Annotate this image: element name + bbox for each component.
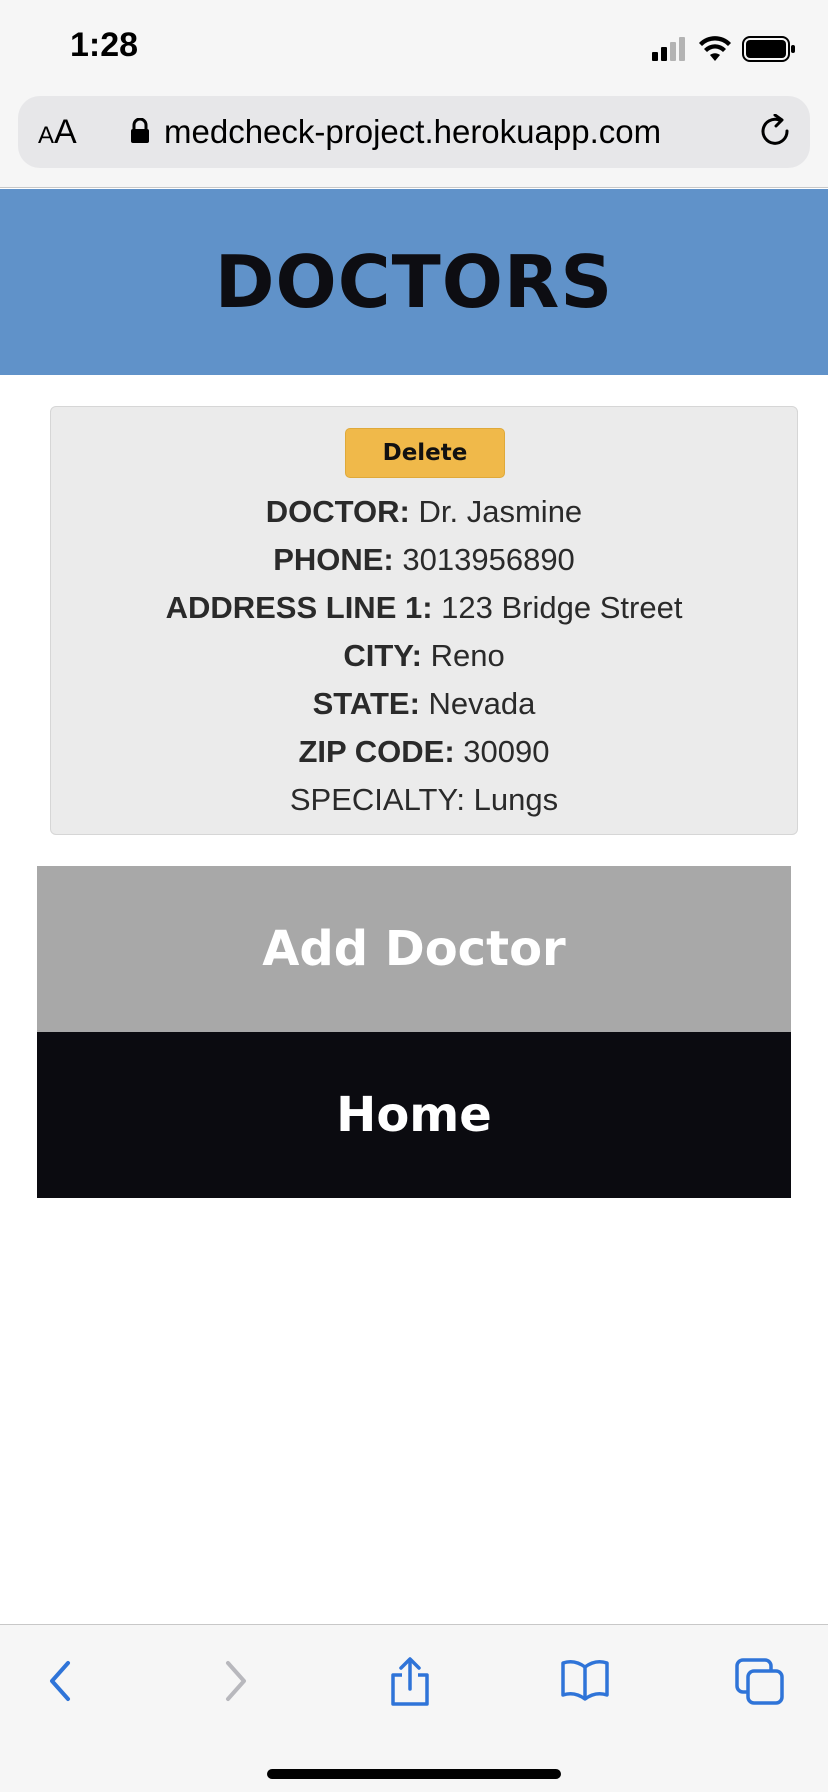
city-value: Reno [430, 638, 505, 673]
battery-icon [742, 36, 795, 62]
address-bar[interactable]: AA medcheck-project.herokuapp.com [18, 96, 810, 168]
signal-icon [652, 37, 685, 61]
delete-button[interactable]: Delete [345, 428, 505, 478]
city-field: CITY: Reno [51, 636, 797, 676]
status-time: 1:28 [70, 26, 139, 64]
zip-field: ZIP CODE: 30090 [51, 732, 797, 772]
zip-value: 30090 [463, 734, 550, 769]
forward-icon[interactable] [218, 1657, 252, 1705]
doctor-label: DOCTOR: [265, 494, 410, 529]
tabs-icon[interactable] [734, 1657, 786, 1707]
share-icon[interactable] [388, 1657, 432, 1707]
doctor-value: Dr. Jasmine [418, 494, 583, 529]
page-header: DOCTORS [0, 189, 828, 375]
add-doctor-button[interactable]: Add Doctor [37, 866, 791, 1032]
text-size-small-label: A [38, 122, 55, 149]
doctor-field: DOCTOR: Dr. Jasmine [51, 492, 797, 532]
home-indicator [267, 1769, 561, 1779]
reload-icon[interactable] [758, 114, 794, 150]
browser-toolbar [0, 1624, 828, 1792]
url-text[interactable]: medcheck-project.herokuapp.com [164, 108, 661, 156]
back-icon[interactable] [44, 1657, 78, 1705]
home-button[interactable]: Home [37, 1032, 791, 1198]
state-value: Nevada [428, 686, 536, 721]
wifi-icon [699, 36, 731, 61]
zip-label: ZIP CODE: [298, 734, 455, 769]
state-field: STATE: Nevada [51, 684, 797, 724]
page: 1:28 AA medcheck-project.herokuapp.com D… [0, 0, 828, 1792]
phone-label: PHONE: [273, 542, 394, 577]
status-icons [652, 34, 796, 64]
lock-icon [131, 118, 149, 143]
state-label: STATE: [312, 686, 420, 721]
status-bar: 1:28 [0, 0, 828, 90]
address-field: ADDRESS LINE 1: 123 Bridge Street [51, 588, 797, 628]
text-size-button[interactable]: AA [38, 108, 77, 156]
city-label: CITY: [343, 638, 422, 673]
doctor-card: Delete DOCTOR: Dr. Jasmine PHONE: 301395… [50, 406, 798, 835]
bookmarks-icon[interactable] [560, 1657, 610, 1701]
address-value: 123 Bridge Street [441, 590, 683, 625]
text-size-large-label: A [54, 113, 77, 151]
phone-field: PHONE: 3013956890 [51, 540, 797, 580]
specialty-field: SPECIALTY: Lungs [51, 780, 797, 820]
specialty-text: SPECIALTY: Lungs [289, 782, 559, 817]
address-label: ADDRESS LINE 1: [165, 590, 433, 625]
phone-value: 3013956890 [402, 542, 575, 577]
page-title: DOCTORS [214, 240, 614, 324]
browser-top-bar: AA medcheck-project.herokuapp.com [0, 90, 828, 188]
